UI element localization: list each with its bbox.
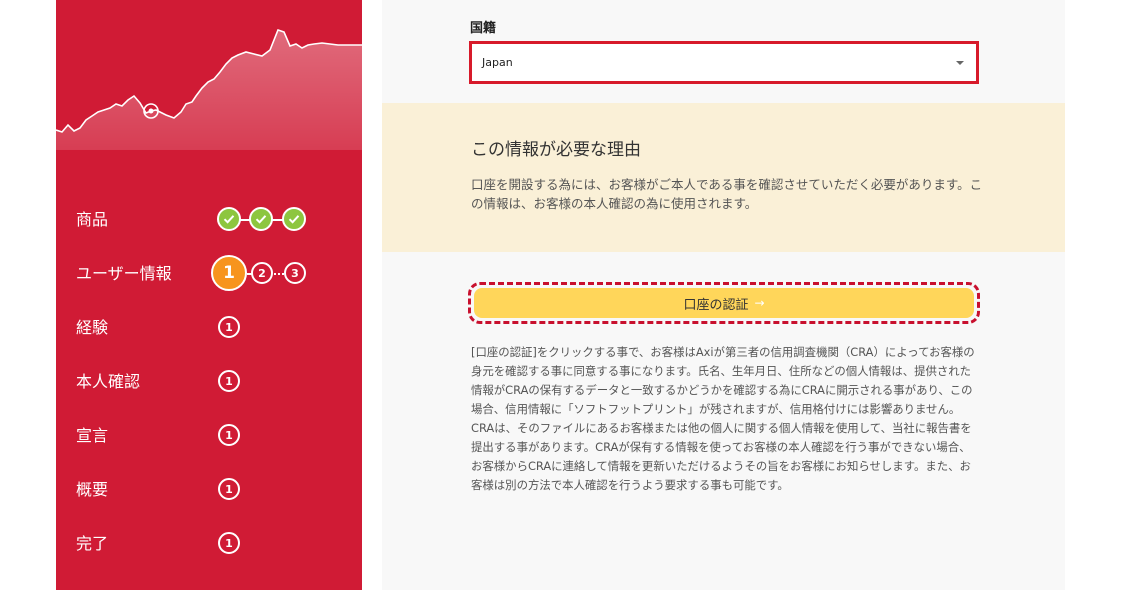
step-complete: 完了 1 [56, 517, 362, 571]
chart-decoration [56, 29, 362, 150]
step-label: 概要 [76, 480, 109, 499]
step-number: 1 [218, 370, 240, 392]
active-step-number: 1 [211, 255, 247, 291]
nationality-select[interactable]: Japan [469, 41, 979, 84]
step-summary: 概要 1 [56, 463, 362, 517]
step-label: 商品 [76, 210, 109, 229]
step-list: 商品 ユーザー情報 1 2 3 経験 1 本人確認 1 宣言 1 概要 1 完了… [56, 193, 362, 571]
step-number: 3 [284, 262, 306, 284]
step-label: ユーザー情報 [76, 264, 172, 283]
check-icon [282, 207, 306, 231]
step-label: 完了 [76, 534, 109, 553]
connector [274, 273, 284, 275]
page: 商品 ユーザー情報 1 2 3 経験 1 本人確認 1 宣言 1 概要 1 完了… [0, 0, 1131, 590]
step-label: 経験 [76, 318, 109, 337]
step-number: 1 [218, 316, 240, 338]
caret-down-icon [956, 61, 964, 65]
verify-account-button[interactable]: 口座の認証 → [474, 288, 974, 318]
step-number: 2 [251, 262, 273, 284]
step-declaration: 宣言 1 [56, 409, 362, 463]
progress-sidebar: 商品 ユーザー情報 1 2 3 経験 1 本人確認 1 宣言 1 概要 1 完了… [56, 0, 362, 590]
step-number: 1 [218, 424, 240, 446]
check-icon [217, 207, 241, 231]
arrow-right-icon: → [754, 296, 765, 310]
step-label: 宣言 [76, 426, 109, 445]
info-title: この情報が必要な理由 [471, 140, 641, 160]
chart-area [56, 30, 362, 150]
step-experience: 経験 1 [56, 301, 362, 355]
info-text: 口座を開設する為には、お客様がご本人である事を確認させていただく必要があります。… [471, 177, 983, 211]
step-products: 商品 [56, 193, 362, 247]
legal-text: [口座の認証]をクリックする事で、お客様はAxiが第三者の信用調査機関（CRA）… [471, 345, 975, 492]
step-label: 本人確認 [76, 372, 141, 391]
verify-button-label: 口座の認証 [683, 297, 749, 313]
check-icon [249, 207, 273, 231]
step-number: 1 [218, 532, 240, 554]
nationality-value: Japan [482, 56, 513, 69]
verify-button-focus-ring: 口座の認証 → [468, 282, 980, 324]
step-number: 1 [218, 478, 240, 500]
nationality-label: 国籍 [470, 21, 497, 36]
step-user-info: ユーザー情報 1 2 3 [56, 247, 362, 301]
info-box: この情報が必要な理由 口座を開設する為には、お客様がご本人である事を確認させてい… [382, 103, 1065, 252]
form-panel: 国籍 Japan この情報が必要な理由 口座を開設する為には、お客様がご本人であ… [382, 0, 1065, 590]
step-identity: 本人確認 1 [56, 355, 362, 409]
